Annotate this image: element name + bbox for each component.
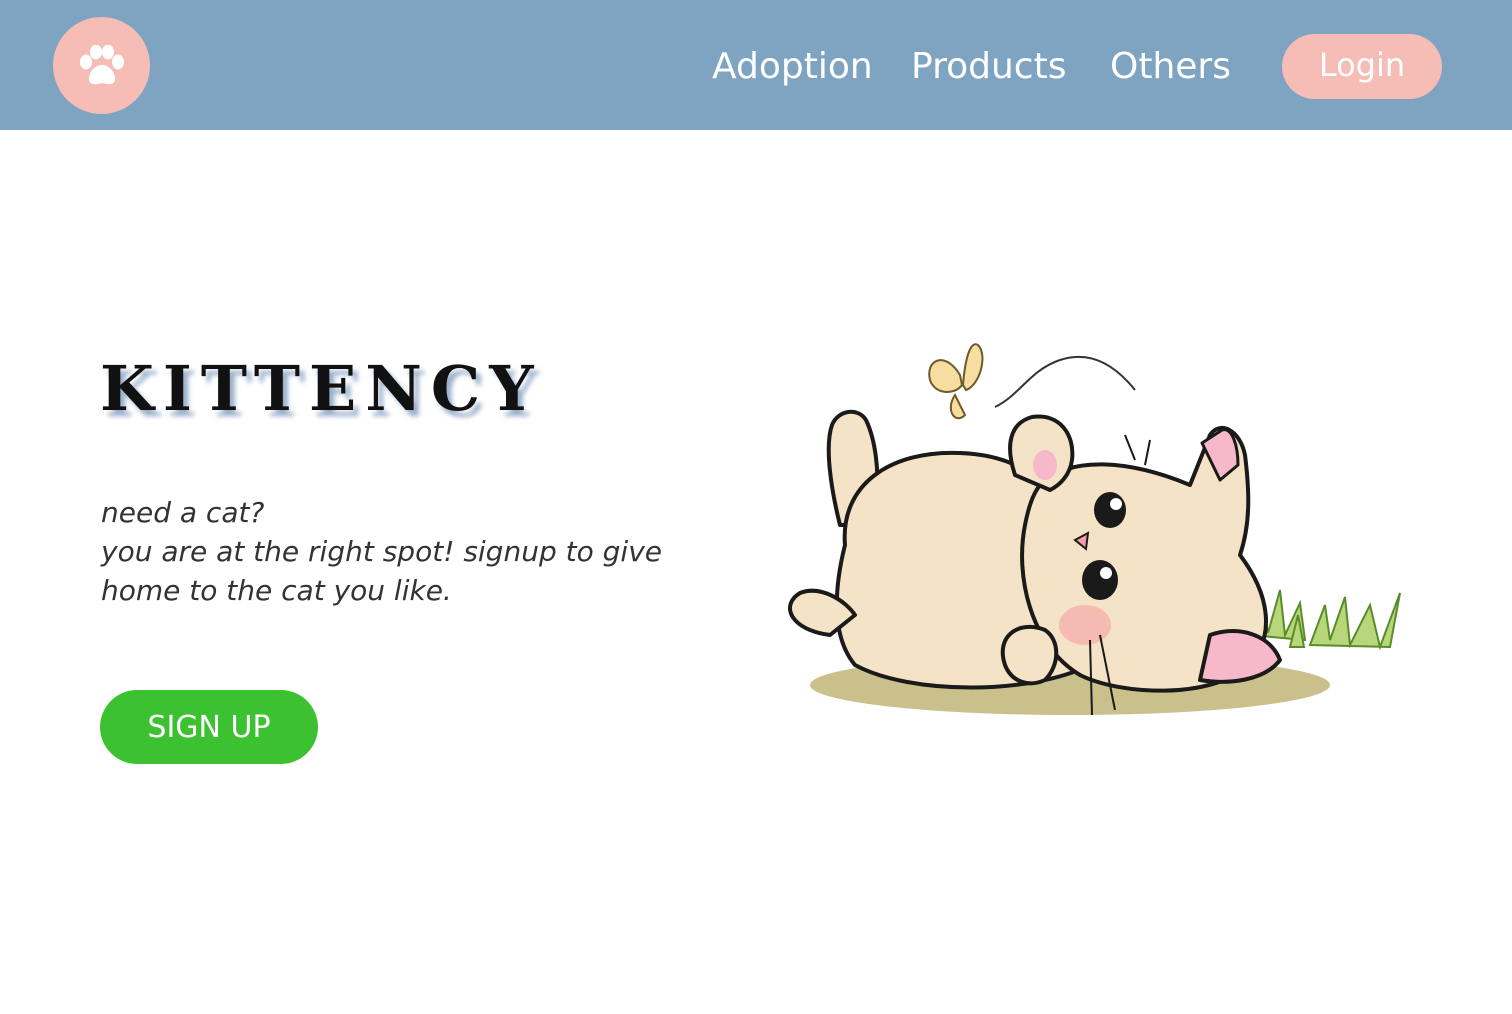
butterfly-icon <box>928 343 984 420</box>
nav-others-link[interactable]: Others <box>1110 44 1231 90</box>
landing-page: Adoption Products Others Login KITTENCY … <box>0 0 1512 1014</box>
hero-tagline: need a cat? you are at the right spot! s… <box>101 493 741 610</box>
nav-adoption-link[interactable]: Adoption <box>712 44 873 90</box>
brand-title: KITTENCY <box>100 352 543 425</box>
home-logo-button[interactable] <box>53 17 150 114</box>
tagline-line: home to the cat you like. <box>101 574 452 607</box>
grass-icon <box>1248 589 1401 651</box>
tagline-line: need a cat? <box>101 496 265 529</box>
nav-products-link[interactable]: Products <box>911 44 1066 90</box>
login-button[interactable]: Login <box>1282 34 1442 99</box>
top-navbar: Adoption Products Others Login <box>0 0 1512 130</box>
paw-icon <box>79 44 124 84</box>
butterfly-trail <box>994 355 1136 408</box>
signup-button[interactable]: SIGN UP <box>100 690 318 764</box>
cat-body <box>788 409 1282 693</box>
cat-illustration <box>788 343 1401 716</box>
tagline-line: you are at the right spot! signup to giv… <box>101 535 662 568</box>
